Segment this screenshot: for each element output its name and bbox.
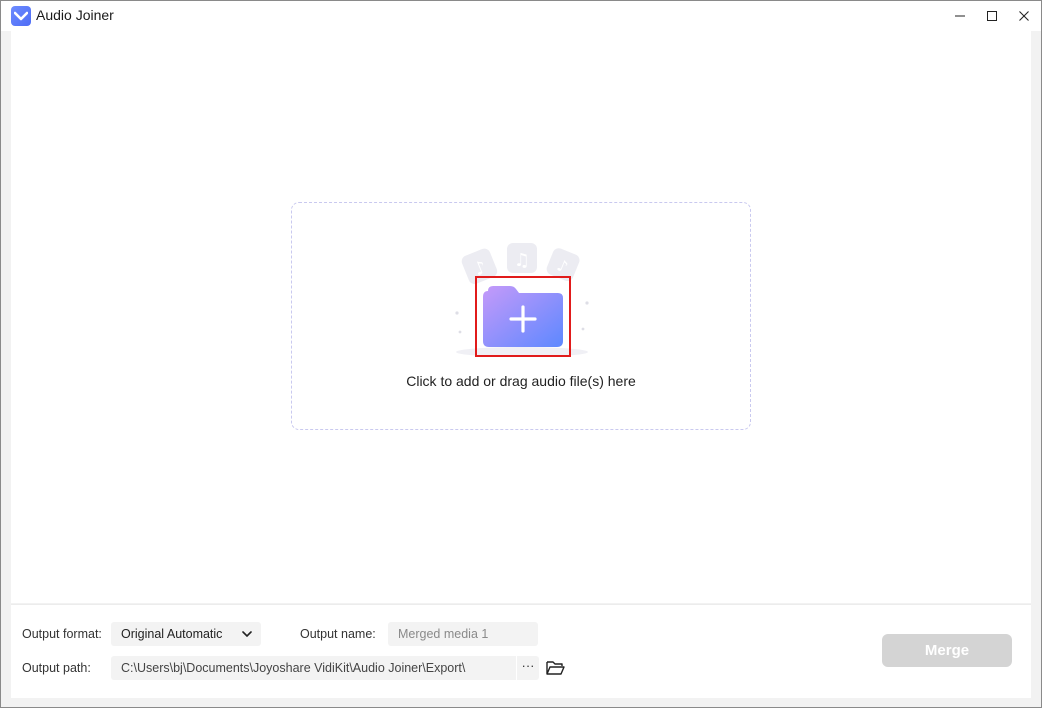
minimize-icon: [955, 15, 965, 17]
add-files-button[interactable]: [475, 276, 571, 357]
output-path-label: Output path:: [22, 661, 91, 675]
minimize-button[interactable]: [944, 1, 976, 31]
svg-text:♫: ♫: [514, 250, 530, 271]
open-folder-icon[interactable]: [545, 659, 565, 677]
maximize-icon: [987, 11, 997, 21]
maximize-button[interactable]: [976, 1, 1008, 31]
output-name-label: Output name:: [300, 627, 376, 641]
merge-button[interactable]: Merge: [882, 634, 1012, 667]
plus-folder-icon: [483, 286, 563, 347]
browse-path-button[interactable]: ···: [516, 656, 539, 680]
output-name-input[interactable]: [388, 622, 538, 646]
title-bar[interactable]: Audio Joiner: [1, 1, 1041, 31]
app-title: Audio Joiner: [36, 7, 114, 23]
audio-drop-zone[interactable]: ♪ ♫ ♪ Click to add or drag audio file(s)…: [291, 202, 751, 430]
output-format-value: Original Automatic: [121, 627, 223, 641]
output-settings-panel: Output format: Original Automatic Output…: [11, 604, 1031, 698]
output-format-select[interactable]: Original Automatic: [111, 622, 261, 646]
output-path-field[interactable]: C:\Users\bj\Documents\Joyoshare VidiKit\…: [111, 656, 516, 680]
main-content: ♪ ♫ ♪ Click to add or drag audio file(s)…: [11, 31, 1031, 603]
close-button[interactable]: [1008, 1, 1040, 31]
chevron-down-icon: [242, 631, 252, 637]
app-logo-icon: [11, 6, 31, 26]
app-window: Audio Joiner ♪ ♫ ♪ Click to add or drag …: [0, 0, 1042, 708]
drop-zone-instruction: Click to add or drag audio file(s) here: [406, 373, 636, 389]
output-format-label: Output format:: [22, 627, 102, 641]
close-icon: [1019, 11, 1029, 21]
